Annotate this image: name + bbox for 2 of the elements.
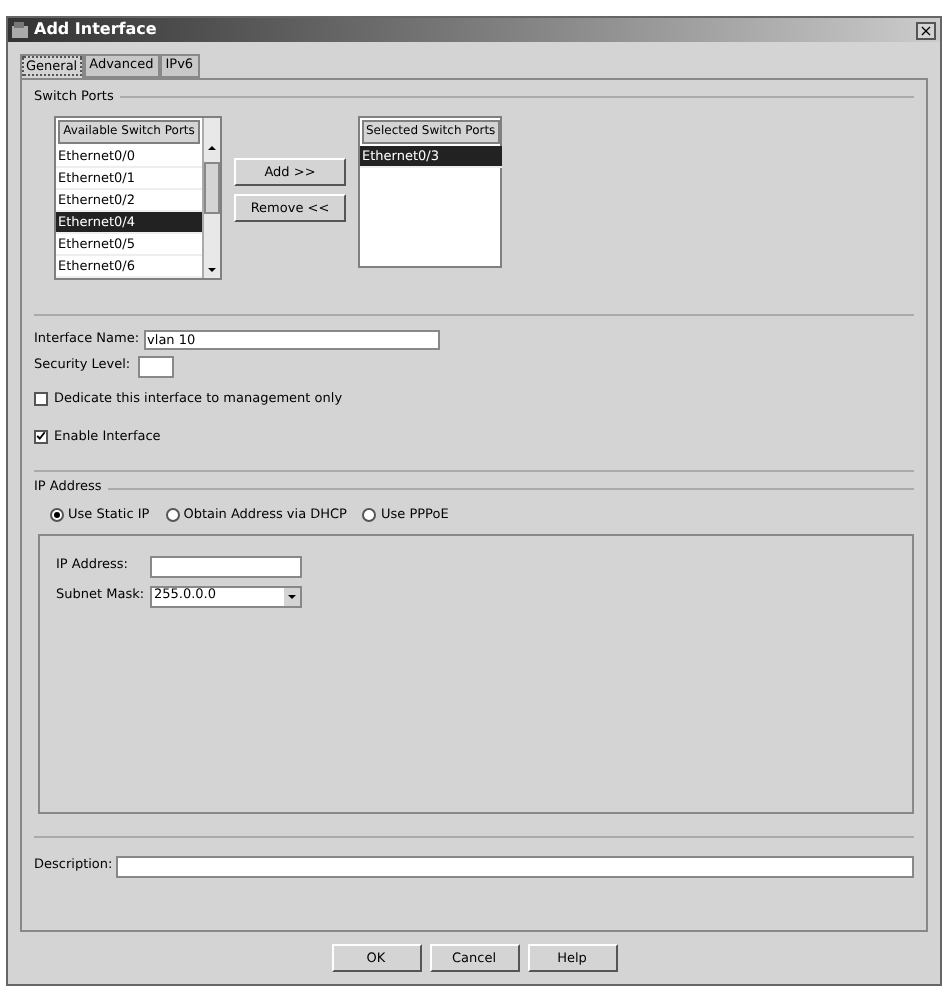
window-title: Add Interface <box>34 18 159 42</box>
close-button[interactable]: × <box>916 21 936 39</box>
